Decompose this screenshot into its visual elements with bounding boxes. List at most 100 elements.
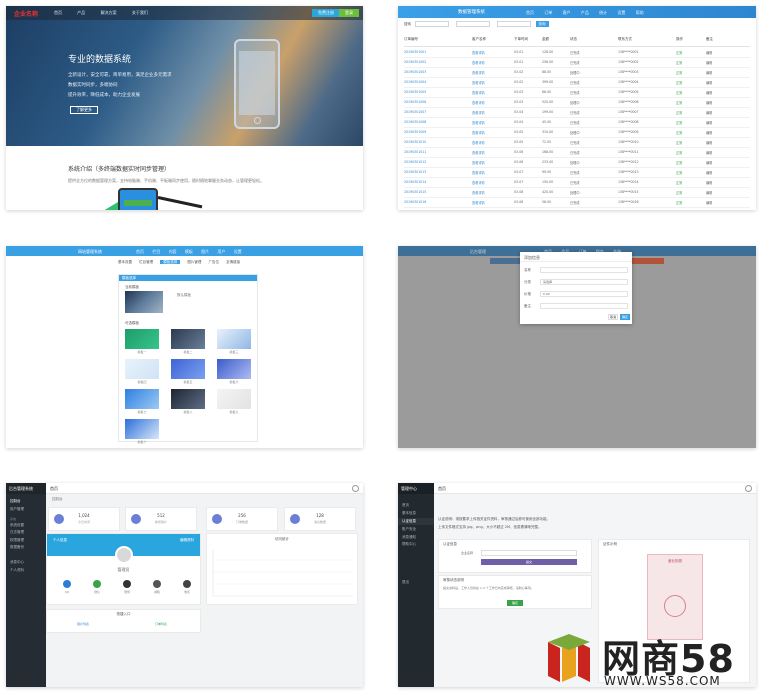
quick-link[interactable]: 订单列表 — [155, 622, 167, 626]
row-action-link[interactable]: 编辑 — [706, 140, 712, 145]
email-icon[interactable] — [153, 580, 161, 588]
row-action-link[interactable]: 查看详情 — [472, 140, 485, 145]
sidebar-item[interactable]: 数据备份 — [6, 544, 46, 551]
nav-item[interactable]: 产品 — [77, 10, 85, 15]
row-action-link[interactable]: 编辑 — [706, 180, 712, 185]
wechat-icon[interactable] — [93, 580, 101, 588]
template-thumbnail[interactable] — [125, 329, 159, 349]
row-action-link[interactable]: 编辑 — [706, 80, 712, 85]
quick-link[interactable]: 用户列表 — [77, 622, 89, 626]
phone-icon[interactable] — [183, 580, 191, 588]
row-action-link[interactable]: 查看详情 — [472, 160, 485, 165]
row-action-link[interactable]: 查看详情 — [472, 70, 485, 75]
row-action-link[interactable]: 查看详情 — [472, 110, 485, 115]
company-name-input[interactable] — [481, 550, 577, 556]
row-action-link[interactable]: 编辑 — [706, 160, 712, 165]
nav-item[interactable]: 模板 — [185, 249, 193, 254]
sidebar-item[interactable]: 首页 — [398, 502, 434, 510]
logout-item[interactable]: 退出 — [398, 579, 434, 587]
nav-item[interactable]: 用户 — [217, 249, 225, 254]
filter-input[interactable] — [415, 21, 450, 27]
weibo-icon[interactable] — [123, 580, 131, 588]
template-thumbnail[interactable] — [217, 389, 251, 409]
template-thumbnail[interactable] — [171, 329, 205, 349]
template-thumbnail[interactable] — [125, 419, 159, 439]
row-action-link[interactable]: 编辑 — [706, 120, 712, 125]
row-action-link[interactable]: 查看详情 — [472, 80, 485, 85]
row-action-link[interactable]: 编辑 — [706, 100, 712, 105]
row-action-link[interactable]: 编辑 — [706, 130, 712, 135]
row-action-link[interactable]: 查看详情 — [472, 120, 485, 125]
row-action-link[interactable]: 编辑 — [706, 190, 712, 195]
tab-columns[interactable]: 栏目管理 — [139, 260, 153, 264]
row-action-link[interactable]: 查看详情 — [472, 130, 485, 135]
sidebar-item[interactable]: 帮助中心 — [398, 541, 434, 549]
learn-more-button[interactable]: 了解更多 — [70, 106, 98, 114]
tab-images[interactable]: 图片管理 — [187, 260, 201, 264]
user-avatar-icon[interactable] — [745, 485, 752, 492]
row-action-link[interactable]: 查看详情 — [472, 60, 485, 65]
nav-item[interactable]: 设置 — [234, 249, 242, 254]
category-select[interactable]: 请选择 — [540, 279, 628, 285]
tab-ads[interactable]: 广告位 — [209, 260, 220, 264]
sidebar-item[interactable]: 日志管理 — [6, 529, 46, 536]
row-action-link[interactable]: 查看详情 — [472, 90, 485, 95]
nav-item[interactable]: 栏目 — [152, 249, 160, 254]
sidebar-item[interactable]: 系统设置 — [6, 522, 46, 529]
sidebar-item-active[interactable]: 认证信息 — [398, 517, 434, 526]
site-logo[interactable]: 企业名称 — [14, 9, 38, 18]
row-action-link[interactable]: 查看详情 — [472, 100, 485, 105]
confirm-button[interactable]: 确定 — [507, 600, 523, 606]
nav-item[interactable]: 图片 — [201, 249, 209, 254]
edit-profile-link[interactable]: 编辑资料 — [180, 538, 194, 543]
sidebar-item[interactable]: 消息通知 — [398, 533, 434, 541]
row-action-link[interactable]: 编辑 — [706, 50, 712, 55]
template-thumbnail[interactable] — [171, 389, 205, 409]
nav-item[interactable]: 首页 — [54, 10, 62, 15]
nav-item[interactable]: 产品 — [581, 10, 589, 15]
tab-links[interactable]: 友情链接 — [226, 260, 240, 264]
template-thumbnail[interactable] — [217, 329, 251, 349]
template-thumbnail[interactable] — [125, 389, 159, 409]
sidebar-item[interactable]: 基本信息 — [398, 510, 434, 518]
confirm-button[interactable]: 确定 — [620, 314, 630, 320]
tab-basic[interactable]: 基本设置 — [118, 260, 132, 264]
nav-item[interactable]: 客户 — [563, 10, 571, 15]
nav-item[interactable]: 帮助 — [636, 10, 644, 15]
name-input[interactable] — [540, 267, 628, 273]
row-action-link[interactable]: 编辑 — [706, 110, 712, 115]
cancel-button[interactable]: 取消 — [608, 314, 618, 320]
nav-item[interactable]: 内容 — [169, 249, 177, 254]
sidebar-item[interactable]: 消息中心 — [6, 559, 46, 566]
row-action-link[interactable]: 查看详情 — [472, 50, 485, 55]
login-button[interactable]: 登录 — [339, 9, 359, 17]
nav-item[interactable]: 首页 — [136, 249, 144, 254]
sidebar-item[interactable]: 个人资料 — [6, 567, 46, 574]
row-action-link[interactable]: 查看详情 — [472, 200, 485, 205]
qq-icon[interactable] — [63, 580, 71, 588]
filter-input[interactable] — [456, 21, 491, 27]
row-action-link[interactable]: 编辑 — [706, 70, 712, 75]
nav-item[interactable]: 解决方案 — [101, 10, 117, 15]
sidebar-item[interactable]: 账户安全 — [398, 525, 434, 533]
sidebar-item-console[interactable]: 控制台 — [6, 498, 46, 505]
nav-item[interactable]: 订单 — [544, 10, 552, 15]
row-action-link[interactable]: 查看详情 — [472, 180, 485, 185]
row-action-link[interactable]: 编辑 — [706, 200, 712, 205]
row-action-link[interactable]: 查看详情 — [472, 150, 485, 155]
template-thumbnail[interactable] — [217, 359, 251, 379]
search-button[interactable]: 查询 — [535, 21, 549, 27]
register-button[interactable]: 免费注册 — [312, 9, 340, 17]
nav-item[interactable]: 统计 — [599, 10, 607, 15]
tab-templates[interactable]: 模板选择 — [160, 260, 181, 264]
sidebar-item[interactable]: 权限管理 — [6, 537, 46, 544]
user-avatar-icon[interactable] — [352, 485, 359, 492]
nav-item[interactable]: 设置 — [617, 10, 625, 15]
sidebar-item-users[interactable]: 用户管理 — [6, 505, 46, 512]
nav-item[interactable]: 首页 — [526, 10, 534, 15]
filter-input[interactable] — [497, 21, 532, 27]
nav-item[interactable]: 关于我们 — [132, 10, 148, 15]
row-action-link[interactable]: 编辑 — [706, 90, 712, 95]
submit-button[interactable]: 提交 — [481, 559, 577, 565]
template-thumbnail[interactable] — [125, 359, 159, 379]
